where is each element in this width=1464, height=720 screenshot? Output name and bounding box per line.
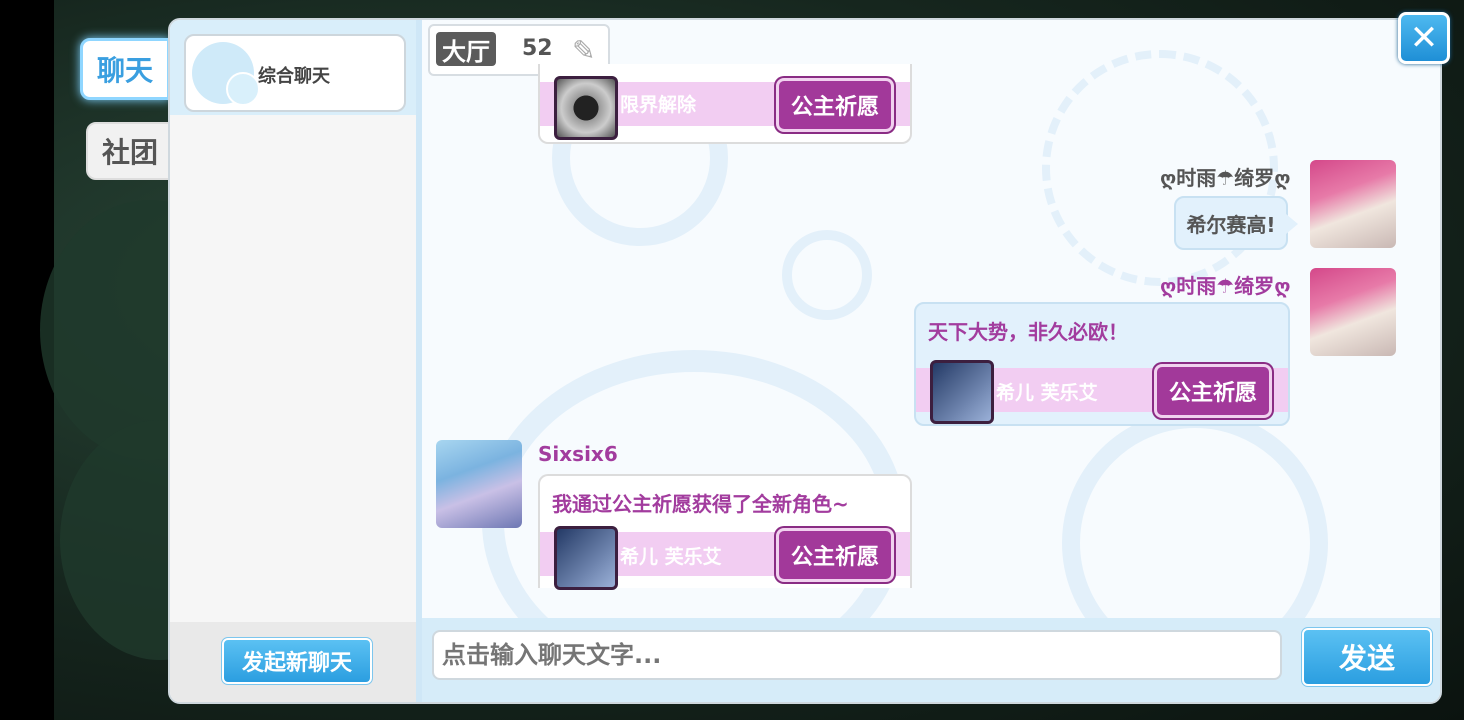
tab-guild[interactable]: 社团 <box>86 122 174 180</box>
princess-wish-button[interactable]: 公主祈愿 <box>1154 364 1272 418</box>
princess-wish-button[interactable]: 公主祈愿 <box>776 78 894 132</box>
princess-wish-button[interactable]: 公主祈愿 <box>776 528 894 582</box>
close-icon[interactable]: ✕ <box>1398 12 1450 64</box>
input-bar: 发送 <box>422 618 1440 702</box>
chat-input[interactable] <box>432 630 1282 680</box>
wish-card-message: 我通过公主祈愿获得了全新角色~ 希儿 芙乐艾 公主祈愿 <box>538 474 912 590</box>
chat-list-footer: 发起新聊天 <box>170 622 416 702</box>
new-chat-button[interactable]: 发起新聊天 <box>221 637 373 685</box>
card-character-name: 希儿 芙乐艾 <box>996 382 1098 404</box>
user-avatar[interactable] <box>436 440 522 528</box>
ghost-avatar-icon <box>192 42 260 106</box>
chat-list-column: 综合聊天 发起新聊天 <box>170 20 422 702</box>
wish-card-message: 限界解除 公主祈愿 <box>538 64 912 144</box>
message-bubble: 希尔赛高! <box>1174 196 1298 250</box>
character-thumbnail[interactable] <box>930 360 994 424</box>
card-character-name: 希儿 芙乐艾 <box>620 546 722 568</box>
watermark-eye <box>782 230 872 320</box>
send-button[interactable]: 发送 <box>1301 627 1433 687</box>
sender-name: ღ时雨☂绮罗ღ <box>1160 166 1291 190</box>
card-character-name: 限界解除 <box>620 94 697 116</box>
channel-name: 大厅 <box>436 32 496 66</box>
character-thumbnail[interactable] <box>554 526 618 590</box>
message-text: 我通过公主祈愿获得了全新角色~ <box>552 492 849 516</box>
chat-panel: 综合聊天 发起新聊天 大厅 52 ✎ 限界解除 公主祈愿 ღ时雨☂绮罗ღ 希尔赛… <box>168 18 1442 704</box>
edit-pencil-icon[interactable]: ✎ <box>572 34 595 67</box>
tab-chat[interactable]: 聊天 <box>80 38 170 100</box>
user-avatar[interactable] <box>1310 268 1396 356</box>
character-thumbnail[interactable] <box>554 76 618 140</box>
chat-list-item-label: 综合聊天 <box>258 66 330 87</box>
wish-card-message: 天下大势，非久必欧！ 希儿 芙乐艾 公主祈愿 <box>914 302 1290 426</box>
message-area: 大厅 52 ✎ 限界解除 公主祈愿 ღ时雨☂绮罗ღ 希尔赛高! ღ时雨☂绮罗ღ … <box>422 20 1440 702</box>
channel-count: 52 <box>522 36 553 61</box>
user-avatar[interactable] <box>1310 160 1396 248</box>
sender-name: ღ时雨☂绮罗ღ <box>1160 274 1291 298</box>
message-text: 天下大势，非久必欧！ <box>928 320 1128 344</box>
sender-name: Sixsix6 <box>538 442 618 466</box>
chat-list-item-general[interactable]: 综合聊天 <box>184 34 406 112</box>
